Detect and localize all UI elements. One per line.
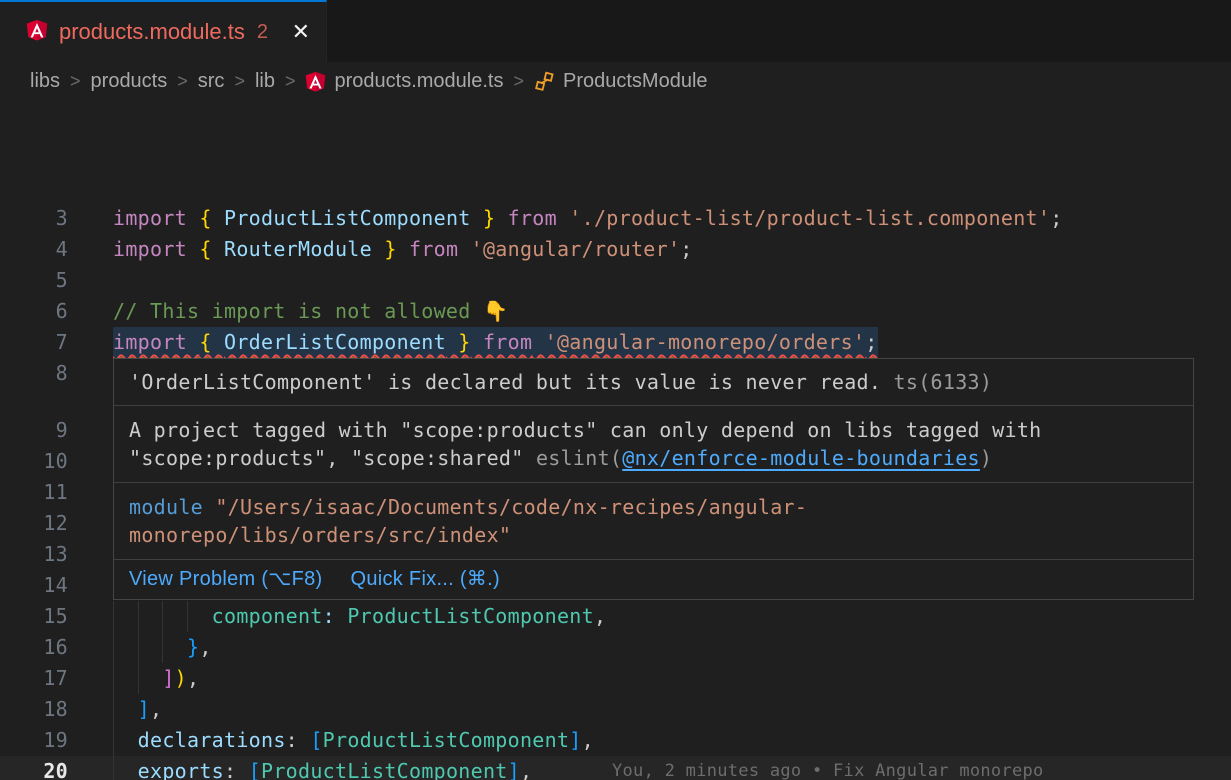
code-text: import { ProductListComponent } from './… [113, 203, 1063, 234]
hover-message-line: A project tagged with "scope:products" c… [129, 416, 1178, 444]
breadcrumb-separator-icon: > [234, 71, 245, 92]
error-squiggle: import { OrderListComponent } from '@ang… [113, 330, 878, 354]
error-underlined-code: import { OrderListComponent } from '@ang… [113, 327, 878, 358]
code-text: exports: [ProductListComponent], [113, 756, 532, 780]
code-line-20[interactable]: 20 exports: [ProductListComponent], You, … [0, 756, 1231, 780]
breadcrumb-label: lib [255, 70, 275, 93]
git-blame-annotation: You, 2 minutes ago • Fix Angular monorep… [612, 756, 1044, 780]
angular-icon [26, 19, 48, 46]
breadcrumb-item-products-module-ts[interactable]: products.module.ts [305, 70, 503, 93]
breadcrumb-item-products[interactable]: products [91, 70, 168, 93]
hover-text: monorepo/libs/orders/src/index" [129, 523, 511, 547]
line-number[interactable]: 15 [0, 601, 68, 632]
breadcrumb-item-lib[interactable]: lib [255, 70, 275, 93]
line-number[interactable]: 8 [0, 358, 68, 389]
breadcrumb-separator-icon: > [513, 71, 524, 92]
tab-title: products.module.ts [59, 19, 245, 45]
hover-status-bar: View Problem (⌥F8) Quick Fix... (⌘.) [114, 559, 1193, 599]
editor-window: products.module.ts 2 ✕ libs > products > src… [0, 0, 1231, 780]
tab-bar: products.module.ts 2 ✕ [0, 0, 1231, 62]
hover-section-ts-diagnostic: 'OrderListComponent' is declared but its… [114, 359, 1193, 405]
breadcrumb-label: products.module.ts [334, 70, 503, 93]
code-text: }, [113, 632, 212, 663]
hover-message-line: monorepo/libs/orders/src/index" [129, 521, 1178, 549]
line-number[interactable]: 10 [0, 446, 68, 477]
code-line-3[interactable]: 3 import { ProductListComponent } from '.… [0, 203, 1231, 234]
code-line-5[interactable]: 5 [0, 265, 1231, 296]
hover-section-eslint-diagnostic: A project tagged with "scope:products" c… [114, 405, 1193, 482]
problem-hover-popup: 'OrderListComponent' is declared but its… [113, 358, 1194, 600]
breadcrumb-separator-icon: > [70, 71, 81, 92]
code-text: import { RouterModule } from '@angular/r… [113, 234, 693, 265]
code-text: component: ProductListComponent, [113, 601, 606, 632]
line-number[interactable]: 4 [0, 234, 68, 265]
tab-products-module[interactable]: products.module.ts 2 ✕ [0, 0, 327, 62]
code-line-4[interactable]: 4 import { RouterModule } from '@angular/… [0, 234, 1231, 265]
code-line-19[interactable]: 19 declarations: [ProductListComponent], [0, 725, 1231, 756]
line-number[interactable]: 13 [0, 539, 68, 570]
hover-text: ts(6133) [881, 370, 992, 394]
hover-section-module-path: module "/Users/isaac/Documents/code/nx-r… [114, 482, 1193, 559]
hover-text: ) [980, 446, 992, 470]
eslint-rule-link[interactable]: @nx/enforce-module-boundaries [622, 446, 980, 470]
breadcrumb-item-src[interactable]: src [198, 70, 225, 93]
line-number[interactable]: 17 [0, 663, 68, 694]
code-text: // This import is not allowed 👇 [113, 296, 508, 327]
hover-text: module [129, 495, 215, 519]
breadcrumb-item-productsmodule[interactable]: ProductsModule [534, 70, 708, 93]
line-number[interactable]: 16 [0, 632, 68, 663]
line-number[interactable]: 12 [0, 508, 68, 539]
code-text: declarations: [ProductListComponent], [113, 725, 594, 756]
breadcrumb-separator-icon: > [285, 71, 296, 92]
hover-text: eslint( [536, 446, 622, 470]
breadcrumb-separator-icon: > [177, 71, 188, 92]
code-text: ], [113, 694, 162, 725]
hover-message-line: "scope:products", "scope:shared" eslint(… [129, 444, 1178, 472]
line-number[interactable]: 3 [0, 203, 68, 234]
breadcrumb-label: src [198, 70, 225, 93]
code-line-16[interactable]: 16 }, [0, 632, 1231, 663]
tab-problems-badge: 2 [257, 21, 268, 44]
breadcrumb-item-libs[interactable]: libs [30, 70, 60, 93]
line-number[interactable]: 18 [0, 694, 68, 725]
line-number[interactable]: 11 [0, 477, 68, 508]
line-number[interactable]: 14 [0, 570, 68, 601]
line-number[interactable]: 9 [0, 415, 68, 446]
breadcrumb: libs > products > src > lib > products.module.ts… [0, 62, 1231, 100]
tab-close-button[interactable]: ✕ [292, 21, 310, 43]
line-number[interactable]: 19 [0, 725, 68, 756]
line-number[interactable]: 20 [0, 756, 68, 780]
line-number[interactable]: 6 [0, 296, 68, 327]
hover-message-line: module "/Users/isaac/Documents/code/nx-r… [129, 493, 1178, 521]
code-line-6[interactable]: 6 // This import is not allowed 👇 [0, 296, 1231, 327]
hover-text: A project tagged with "scope:products" c… [129, 418, 1042, 442]
view-problem-action[interactable]: View Problem (⌥F8) [129, 566, 323, 593]
angular-icon [305, 71, 326, 92]
hover-message-line: 'OrderListComponent' is declared but its… [129, 368, 1178, 396]
code-line-18[interactable]: 18 ], [0, 694, 1231, 725]
code-text: ]), [113, 663, 199, 694]
code-line-17[interactable]: 17 ]), [0, 663, 1231, 694]
hover-text: "/Users/isaac/Documents/code/nx-recipes/… [215, 495, 807, 519]
code-editor[interactable]: 'OrderListComponent' is declared but its… [0, 100, 1231, 780]
breadcrumb-label: ProductsModule [563, 70, 708, 93]
code-line-7[interactable]: 7 import { OrderListComponent } from '@an… [0, 327, 1231, 358]
class-icon [534, 71, 555, 92]
line-number[interactable]: 7 [0, 327, 68, 358]
hover-text: "scope:products", "scope:shared" [129, 446, 536, 470]
quick-fix-action[interactable]: Quick Fix... (⌘.) [351, 566, 500, 593]
line-number[interactable]: 5 [0, 265, 68, 296]
breadcrumb-label: products [91, 70, 168, 93]
warning-squiggle: import { OrderListComponent } from '@ang… [113, 330, 878, 354]
hover-text: 'OrderListComponent' is declared but its… [129, 370, 881, 394]
code-line-15[interactable]: 15 component: ProductListComponent, [0, 601, 1231, 632]
breadcrumb-label: libs [30, 70, 60, 93]
